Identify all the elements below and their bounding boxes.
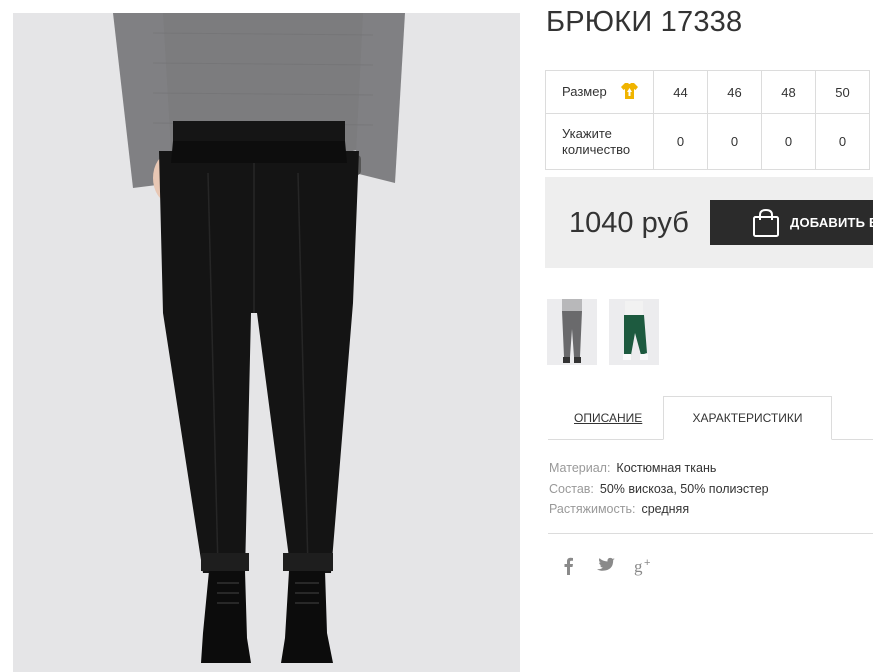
- facebook-icon[interactable]: [562, 557, 574, 577]
- quantity-48[interactable]: 0: [761, 113, 816, 170]
- product-main-photo: [13, 13, 520, 672]
- purchase-panel: 1040 руб ДОБАВИТЬ В: [545, 177, 873, 268]
- twitter-icon[interactable]: [597, 557, 615, 577]
- quantity-44[interactable]: 0: [653, 113, 708, 170]
- svg-text:g: g: [634, 557, 643, 576]
- quantity-label-cell: Укажите количество: [545, 113, 654, 170]
- social-divider: [548, 533, 873, 534]
- quantity-label-line1: Укажите: [562, 125, 612, 141]
- svg-text:+: +: [644, 557, 650, 569]
- size-46: 46: [707, 70, 762, 114]
- characteristic-key: Материал:: [549, 461, 611, 475]
- thumbnail-gray-pants[interactable]: [547, 299, 597, 365]
- characteristic-row: Состав: 50% вискоза, 50% полиэстер: [549, 479, 769, 500]
- size-table: Размер 44 46 48 50 Укажите количество 0 …: [545, 70, 870, 170]
- characteristic-key: Состав:: [549, 481, 594, 496]
- characteristic-value: Костюмная ткань: [616, 461, 717, 475]
- size-chart-icon[interactable]: [620, 82, 639, 103]
- tab-characteristics[interactable]: ХАРАКТЕРИСТИКИ: [663, 396, 832, 440]
- characteristic-row: Растяжимость: средняя: [549, 499, 769, 520]
- characteristic-key: Растяжимость:: [549, 502, 636, 516]
- thumbnail-green-pants[interactable]: [609, 299, 659, 365]
- size-label: Размер: [562, 83, 607, 99]
- characteristics-list: Материал: Костюмная ткань Состав: 50% виск…: [549, 458, 769, 520]
- product-price: 1040 руб: [569, 207, 689, 239]
- google-plus-icon[interactable]: g +: [634, 557, 654, 577]
- quantity-label-line2: количество: [562, 141, 631, 157]
- shopping-bag-icon: [752, 208, 780, 241]
- size-label-cell: Размер: [545, 70, 654, 114]
- size-50: 50: [815, 70, 870, 114]
- tab-description[interactable]: ОПИСАНИЕ: [574, 411, 642, 425]
- size-48: 48: [761, 70, 816, 114]
- quantity-46[interactable]: 0: [707, 113, 762, 170]
- characteristic-value: средняя: [641, 502, 690, 516]
- add-to-cart-label: ДОБАВИТЬ В: [790, 215, 873, 230]
- product-title: БРЮКИ 17338: [546, 6, 743, 38]
- add-to-cart-button[interactable]: ДОБАВИТЬ В: [710, 200, 873, 245]
- quantity-50[interactable]: 0: [815, 113, 870, 170]
- characteristic-value: 50% вискоза, 50% полиэстер: [599, 481, 769, 496]
- characteristic-row: Материал: Костюмная ткань: [549, 458, 769, 479]
- size-44: 44: [653, 70, 708, 114]
